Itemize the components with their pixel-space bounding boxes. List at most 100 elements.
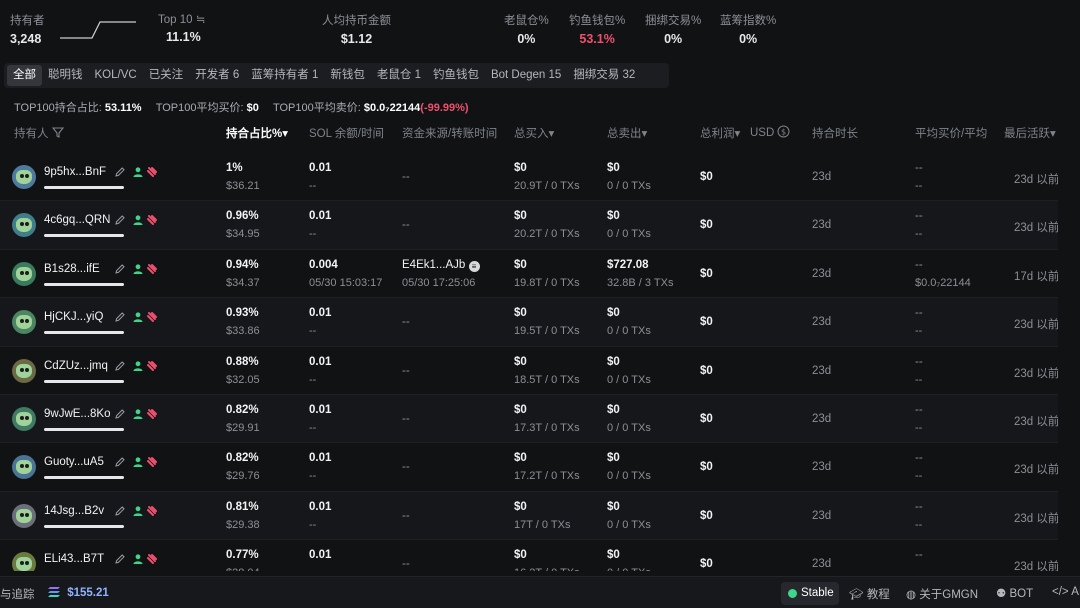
edit-icon[interactable] (114, 360, 126, 372)
summary-label: TOP100平均卖价: (272, 102, 361, 114)
avatar[interactable] (12, 407, 36, 431)
avatar[interactable] (12, 358, 36, 383)
sol-price-value: $155.21 (67, 587, 109, 599)
avg-sell-price: -- (915, 180, 923, 192)
filter-tab[interactable]: 已关注 (143, 65, 190, 86)
header-buy[interactable]: 总买入▾ (514, 125, 554, 141)
edit-icon[interactable] (114, 214, 126, 226)
table-row[interactable]: ELi43...B7T 0.77% $28.04 0.01 -- -- $0 1… (0, 540, 1058, 571)
table-row[interactable]: 14Jsg...B2v 0.81% $29.38 0.01 -- -- $0 1… (0, 491, 1058, 541)
stat-top10[interactable]: Top 10 ≒ 11.1% (158, 12, 205, 44)
wallet-address[interactable]: ELi43...B7T (44, 553, 104, 565)
header-pnl[interactable]: 总利润▾ (700, 125, 740, 141)
fishing-hook-icon (147, 457, 158, 468)
avatar[interactable] (12, 310, 36, 335)
bot-link[interactable]: ⚉ BOT (996, 586, 1033, 600)
wallet-address[interactable]: 14Jsg...B2v (44, 505, 104, 517)
holding-pct: 0.81% (226, 500, 259, 513)
edit-icon[interactable] (114, 456, 126, 468)
avatar[interactable] (12, 455, 36, 480)
user-icon (133, 215, 143, 226)
table-row[interactable]: HjCKJ...yiQ 0.93% $33.86 0.01 -- -- $0 1… (0, 298, 1058, 347)
tracker-link[interactable]: 与追踪 (0, 586, 35, 602)
about-link[interactable]: ◍ 关于GMGN (906, 586, 978, 602)
avatar[interactable] (12, 503, 36, 528)
graduation-cap-icon: 🎓︎ (849, 589, 864, 601)
table-row[interactable]: 9wJwE...8Ko 0.82% $29.91 0.01 -- -- $0 1… (0, 395, 1058, 444)
total-sell: $0 (607, 549, 620, 562)
filter-tab[interactable]: 开发者 6 (189, 65, 245, 86)
fishing-hook-icon (147, 167, 158, 177)
wallet-address[interactable]: CdZUz...jmq (44, 360, 108, 372)
avatar[interactable] (12, 165, 36, 189)
wallet-address[interactable]: HjCKJ...yiQ (44, 311, 103, 323)
filter-tab[interactable]: 全部 (7, 65, 42, 86)
sol-time: -- (309, 228, 317, 241)
wallet-address[interactable]: 9p5hx...BnF (44, 166, 106, 178)
holding-pct: 0.88% (226, 355, 259, 368)
total-pnl: $0 (700, 413, 713, 425)
stat-label: 持有者 (10, 15, 45, 27)
last-active: 23d 以前 (1014, 319, 1058, 332)
filter-tab[interactable]: 捆绑交易 32 (567, 65, 641, 86)
stable-status-button[interactable]: Stable (781, 582, 839, 605)
filter-tab[interactable]: Bot Degen 15 (485, 65, 567, 86)
edit-icon[interactable] (114, 505, 126, 517)
edit-icon[interactable] (114, 408, 126, 420)
stat-value: 3,248 (10, 32, 42, 46)
table-row[interactable]: 4c6gq...QRN 0.96% $34.95 0.01 -- -- $0 2… (0, 201, 1058, 250)
header-label: 最后活跃 (1004, 128, 1050, 140)
total-pnl: $0 (700, 509, 713, 522)
edit-icon[interactable] (114, 263, 126, 275)
wallet-address[interactable]: 4c6gq...QRN (44, 214, 110, 226)
edit-icon[interactable] (114, 311, 126, 323)
avatar[interactable] (12, 261, 36, 286)
solana-icon (48, 587, 60, 597)
funding-source[interactable]: E4Ek1...AJb ≡ (402, 259, 480, 272)
api-link[interactable]: </> AI (1052, 586, 1080, 598)
edit-icon[interactable] (114, 553, 126, 565)
total-buy: $0 (514, 210, 527, 223)
header-sell[interactable]: 总卖出▾ (607, 125, 647, 141)
filter-tab[interactable]: 新钱包 (324, 65, 371, 86)
stat-label: 蓝筹指数% (720, 15, 777, 27)
table-row[interactable]: 9p5hx...BnF 1% $36.21 0.01 -- -- $0 20.9… (0, 153, 1058, 202)
tutorial-link[interactable]: 🎓︎ 教程 (849, 586, 890, 602)
filter-tab[interactable]: 老鼠仓 1 (371, 65, 427, 86)
filter-tab[interactable]: 钓鱼钱包 (427, 65, 485, 86)
currency-swap-icon[interactable]: $ (777, 125, 790, 138)
token-stats-bar: 持有者 3,248 Top 10 ≒ 11.1% 人均持币金额 $1.12 老鼠… (0, 0, 1080, 58)
edit-icon[interactable] (114, 166, 126, 178)
sell-amount-txs: 0 / 0 TXs (607, 373, 651, 386)
sol-time: -- (309, 567, 316, 571)
avatar[interactable] (12, 552, 36, 571)
total-buy: $0 (514, 162, 527, 174)
avg-buy-price: -- (915, 258, 923, 271)
header-pct[interactable]: 持合占比%▾ (226, 125, 288, 141)
avg-sell-price: $0.0₇22144 (915, 276, 971, 289)
funding-source: -- (402, 316, 410, 329)
header-label: 总买入 (514, 128, 549, 140)
filter-tab[interactable]: KOL/VC (89, 65, 143, 86)
total-pnl: $0 (700, 364, 713, 377)
table-row[interactable]: Guoty...uA5 0.82% $29.76 0.01 -- -- $0 1… (0, 443, 1058, 492)
wallet-address[interactable]: B1s28...ifE (44, 263, 100, 275)
table-row[interactable]: CdZUz...jmq 0.88% $32.05 0.01 -- -- $0 1… (0, 347, 1058, 395)
funding-source: -- (402, 364, 410, 377)
avatar[interactable] (12, 213, 36, 238)
header-holder[interactable]: 持有人 (14, 125, 64, 141)
filter-tab[interactable]: 蓝筹持有者 1 (245, 65, 324, 86)
wallet-address[interactable]: 9wJwE...8Ko (44, 408, 110, 420)
fishing-hook-icon (147, 505, 158, 516)
currency-toggle[interactable]: USD $ (750, 125, 790, 139)
table-row[interactable]: B1s28...ifE 0.94% $34.37 0.004 05/30 15:… (0, 250, 1058, 299)
filter-icon[interactable] (51, 127, 64, 138)
total-sell: $0 (607, 452, 620, 465)
wallet-address[interactable]: Guoty...uA5 (44, 456, 104, 468)
holding-bar (44, 186, 124, 189)
header-last[interactable]: 最后活跃▾ (1004, 125, 1056, 141)
filter-tab[interactable]: 聪明钱 (42, 65, 89, 86)
summary-label: TOP100持合占比: (14, 102, 102, 114)
stat-value: 0% (664, 32, 683, 46)
status-dot-icon (788, 589, 797, 598)
